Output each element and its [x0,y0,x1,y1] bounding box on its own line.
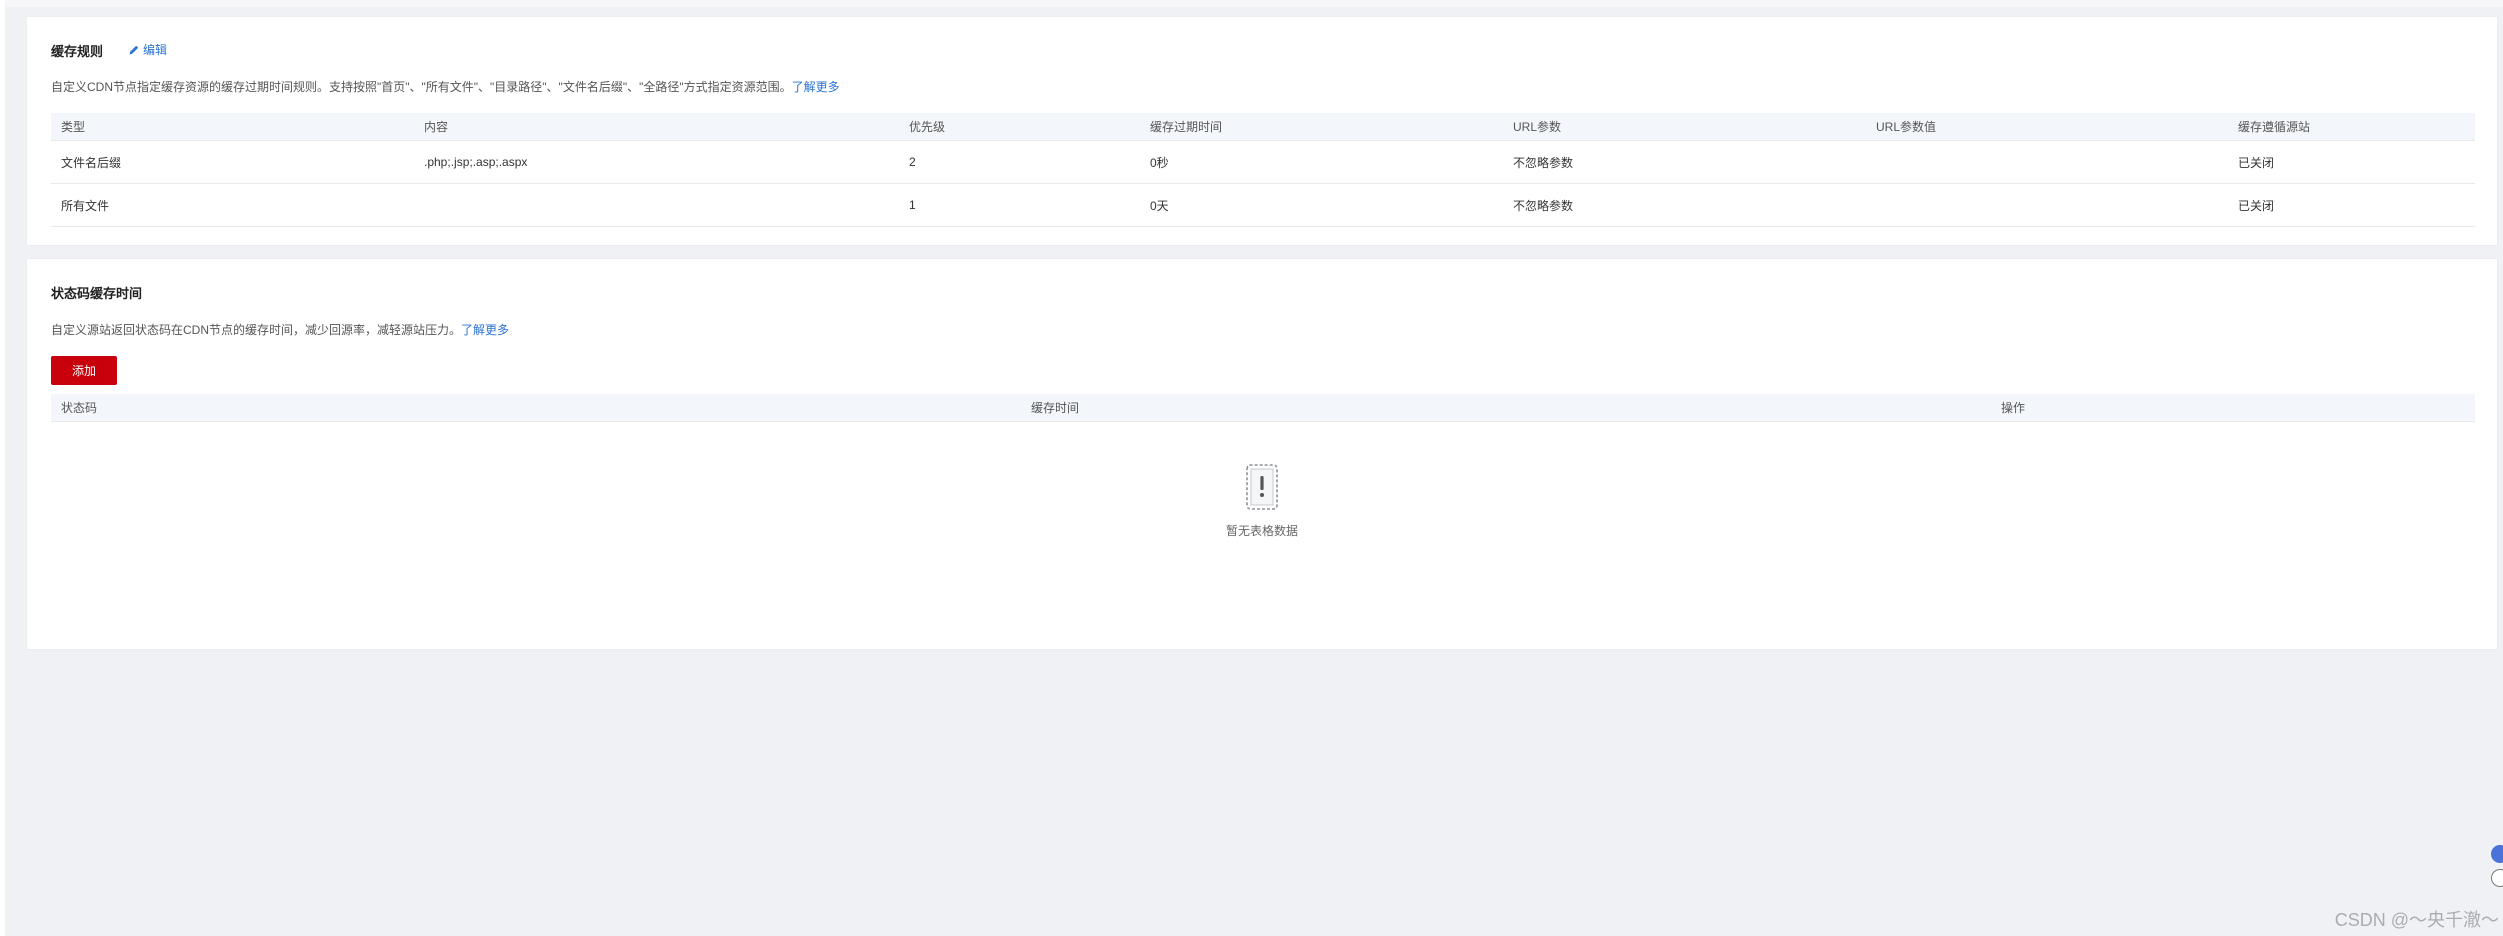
watermark: CSDN @～央千澈～ [2334,910,2499,930]
status-code-cache-panel: 状态码缓存时间 自定义源站返回状态码在CDN节点的缓存时间，减少回源率，减轻源站… [26,258,2498,650]
column-header: 缓存遵循源站 [2228,113,2475,141]
left-edge [0,0,5,936]
cache-rules-description-text: 自定义CDN节点指定缓存资源的缓存过期时间规则。支持按照"首页"、"所有文件"、… [51,80,792,94]
floating-help-widget[interactable] [2491,845,2503,887]
cache-rules-panel: 缓存规则 编辑 自定义CDN节点指定缓存资源的缓存过期时间规则。支持按照"首页"… [26,16,2498,246]
top-strip [5,0,2503,7]
column-header: URL参数 [1503,113,1866,141]
table-cell [1866,140,2228,184]
status-code-cache-learn-more-link[interactable]: 了解更多 [461,323,509,337]
table-cell [414,183,899,227]
status-code-cache-description-text: 自定义源站返回状态码在CDN节点的缓存时间，减少回源率，减轻源站压力。 [51,323,462,337]
table-cell: 0天 [1140,183,1503,227]
status-code-table: 状态码 缓存时间 操作 [51,394,2475,422]
empty-state: 暂无表格数据 [27,459,2497,539]
table-cell: .php;.jsp;.asp;.aspx [414,140,899,184]
column-header: 内容 [414,113,899,141]
cache-rules-table: 类型 内容 优先级 缓存过期时间 URL参数 URL参数值 缓存遵循源站 文件名… [51,113,2475,227]
help-icon[interactable] [2491,869,2503,887]
table-row: 文件名后缀 .php;.jsp;.asp;.aspx 2 0秒 不忽略参数 已关… [51,140,2475,184]
column-header: 操作 [1991,394,2475,422]
table-cell: 不忽略参数 [1503,183,1866,227]
table-header-row: 类型 内容 优先级 缓存过期时间 URL参数 URL参数值 缓存遵循源站 [51,113,2475,141]
table-cell: 所有文件 [51,183,414,227]
status-code-cache-title: 状态码缓存时间 [51,286,143,301]
column-header: 状态码 [51,394,1021,422]
column-header: URL参数值 [1866,113,2228,141]
cache-rules-learn-more-link[interactable]: 了解更多 [792,80,840,94]
table-cell: 1 [899,183,1140,227]
table-row: 所有文件 1 0天 不忽略参数 已关闭 [51,183,2475,227]
table-cell [1866,183,2228,227]
empty-document-icon [1232,459,1292,520]
pencil-icon [129,45,139,54]
table-cell: 已关闭 [2228,140,2475,184]
table-cell: 2 [899,140,1140,184]
table-cell: 文件名后缀 [51,140,414,184]
table-cell: 0秒 [1140,140,1503,184]
edit-label: 编辑 [143,43,168,57]
cache-rules-description: 自定义CDN节点指定缓存资源的缓存过期时间规则。支持按照"首页"、"所有文件"、… [51,78,840,95]
column-header: 类型 [51,113,414,141]
table-cell: 不忽略参数 [1503,140,1866,184]
cache-rules-title: 缓存规则 [51,44,104,59]
column-header: 缓存过期时间 [1140,113,1503,141]
empty-state-text: 暂无表格数据 [1225,524,1298,538]
table-header-row: 状态码 缓存时间 操作 [51,394,2475,422]
column-header: 优先级 [899,113,1140,141]
assistant-icon[interactable] [2491,845,2503,863]
column-header: 缓存时间 [1021,394,1991,422]
edit-link[interactable]: 编辑 [128,41,167,58]
status-code-cache-description: 自定义源站返回状态码在CDN节点的缓存时间，减少回源率，减轻源站压力。了解更多 [51,321,509,338]
add-button[interactable]: 添加 [51,356,117,385]
table-cell: 已关闭 [2228,183,2475,227]
